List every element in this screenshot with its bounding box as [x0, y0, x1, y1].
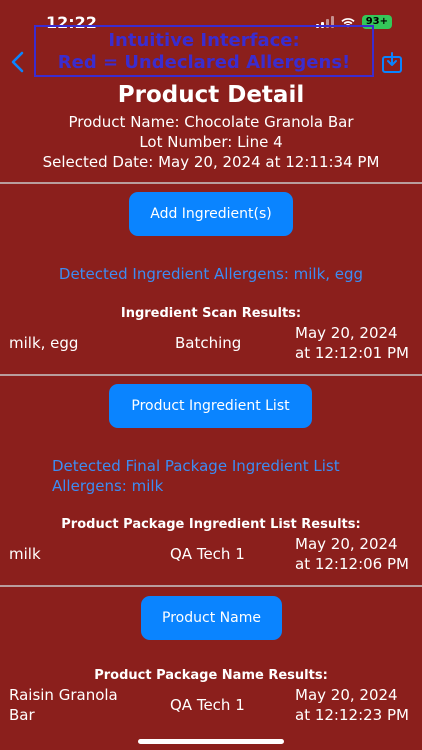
ingredient-row-time: at 12:12:01 PM [295, 344, 409, 362]
ingredient-row-allergens: milk, egg [9, 334, 79, 352]
detected-package-allergens-line-2: Allergens: milk [52, 477, 164, 495]
page-title: Product Detail [117, 82, 305, 108]
detected-package-allergens-line-1: Detected Final Package Ingredient List [52, 457, 340, 475]
detected-ingredient-allergens: Detected Ingredient Allergens: milk, egg [58, 265, 364, 283]
product-ingredient-list-button[interactable]: Product Ingredient List [109, 384, 312, 428]
package-name-row-stage: QA Tech 1 [170, 696, 245, 714]
divider [0, 182, 422, 184]
home-indicator[interactable] [138, 739, 284, 744]
package-name-row-time: at 12:12:23 PM [295, 706, 409, 724]
ingredient-row-stage: Batching [175, 334, 242, 352]
divider [0, 374, 422, 376]
lot-number: Lot Number: Line 4 [139, 133, 283, 151]
product-name: Product Name: Chocolate Granola Bar [68, 113, 354, 131]
package-name-row-name-line-1: Raisin Granola [9, 686, 118, 704]
share-icon[interactable] [380, 50, 404, 74]
ingredient-scan-results-title: Ingredient Scan Results: [120, 306, 302, 321]
add-ingredients-button[interactable]: Add Ingredient(s) [129, 192, 293, 236]
package-ingredient-list-results-title: Product Package Ingredient List Results: [61, 517, 361, 532]
package-name-row-name-line-2: Bar [9, 706, 35, 724]
ingredient-row-date: May 20, 2024 [295, 324, 398, 342]
banner-line-2: Red = Undeclared Allergens! [57, 52, 351, 73]
package-list-row-time: at 12:12:06 PM [295, 555, 409, 573]
divider [0, 585, 422, 587]
package-list-row-allergens: milk [9, 545, 41, 563]
banner-line-1: Intuitive Interface: [108, 30, 300, 51]
package-list-row-date: May 20, 2024 [295, 535, 398, 553]
product-name-button[interactable]: Product Name [141, 596, 282, 640]
package-list-row-stage: QA Tech 1 [170, 545, 245, 563]
chevron-left-icon[interactable] [8, 50, 28, 74]
promo-banner: Intuitive Interface: Red = Undeclared Al… [34, 25, 374, 77]
package-name-row-date: May 20, 2024 [295, 686, 398, 704]
selected-date: Selected Date: May 20, 2024 at 12:11:34 … [42, 153, 380, 171]
package-name-results-title: Product Package Name Results: [94, 668, 328, 683]
